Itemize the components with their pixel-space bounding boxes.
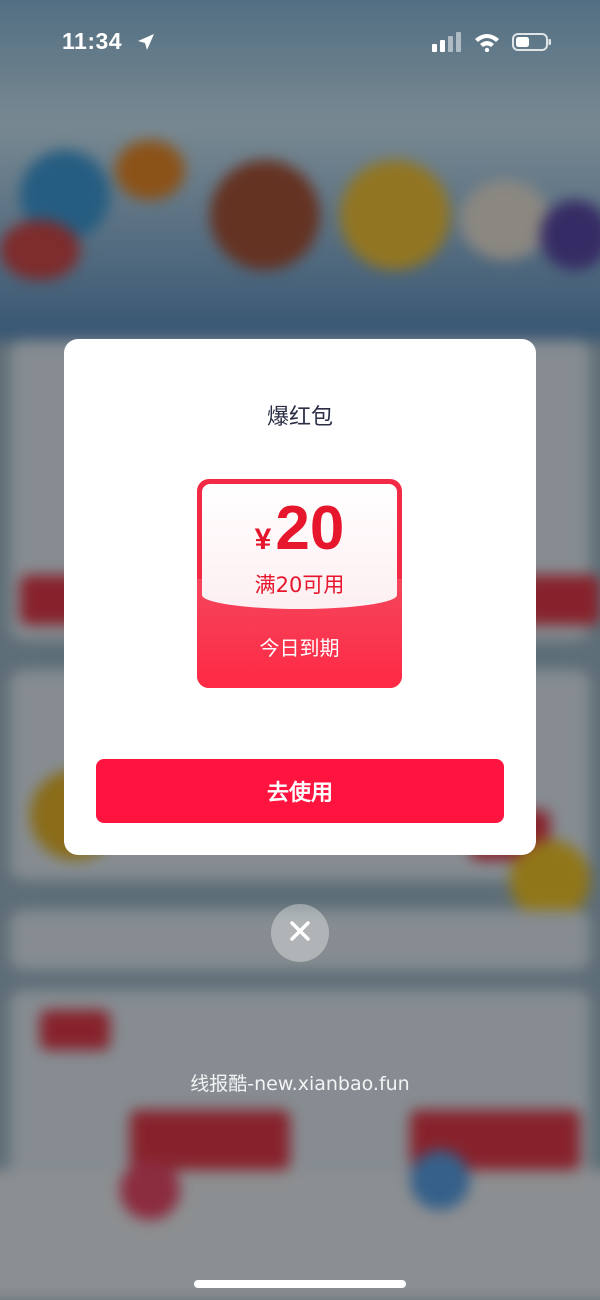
status-icons [432,32,552,56]
modal-title: 爆红包 [266,405,333,430]
status-time: 11:34 [62,28,123,54]
home-indicator[interactable] [194,1280,406,1288]
watermark-text: 线报酷-new.xianbao.fun [190,1073,410,1095]
use-now-button[interactable]: 去使用 [96,759,504,823]
coupon-card: ¥20 满20可用 今日到期 [197,479,402,688]
cellular-signal-icon [432,32,462,56]
battery-icon [512,32,552,56]
close-button[interactable] [271,904,329,962]
currency-symbol: ¥ [254,523,272,556]
location-arrow-icon [136,32,156,56]
coupon-value: 20 [275,494,345,563]
coupon-expiry: 今日到期 [259,636,340,660]
close-icon [288,919,312,947]
coupon-amount: ¥20 [197,493,402,564]
red-packet-modal: 爆红包 ¥20 满20可用 今日到期 去使用 [64,339,536,855]
coupon-threshold: 满20可用 [254,573,345,597]
wifi-icon [474,32,500,56]
